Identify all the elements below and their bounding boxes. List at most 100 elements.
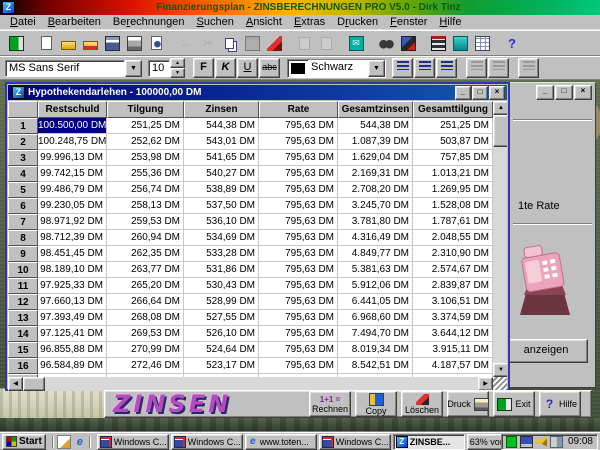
- table-cell[interactable]: 534,69 DM: [184, 230, 259, 246]
- table-cell[interactable]: 538,89 DM: [184, 182, 259, 198]
- open-file-button[interactable]: [58, 33, 78, 53]
- row-number[interactable]: 16: [8, 358, 38, 374]
- table-cell[interactable]: 100.248,75 DM: [38, 134, 107, 150]
- mail-button[interactable]: ✉: [346, 33, 366, 53]
- table-cell[interactable]: 544,38 DM: [184, 118, 259, 134]
- table-cell[interactable]: 795,63 DM: [259, 166, 338, 182]
- table-cell[interactable]: 526,10 DM: [184, 326, 259, 342]
- table-cell[interactable]: 4.187,57 DM: [413, 358, 493, 374]
- table-cell[interactable]: 268,08 DM: [107, 310, 184, 326]
- row-number[interactable]: 2: [8, 134, 38, 150]
- table-cell[interactable]: 97.125,41 DM: [38, 326, 107, 342]
- color-dropdown-button[interactable]: ▼: [368, 60, 385, 77]
- table-cell[interactable]: 795,63 DM: [259, 118, 338, 134]
- table-cell[interactable]: 269,53 DM: [107, 326, 184, 342]
- menu-item-suchen[interactable]: Suchen: [191, 16, 240, 28]
- table-cell[interactable]: 262,35 DM: [107, 246, 184, 262]
- table-cell[interactable]: 98.971,92 DM: [38, 214, 107, 230]
- table-cell[interactable]: 1.269,95 DM: [413, 182, 493, 198]
- table-cell[interactable]: 251,25 DM: [107, 118, 184, 134]
- table-cell[interactable]: 8.542,51 DM: [338, 358, 413, 374]
- save-button[interactable]: [102, 33, 122, 53]
- table-cell[interactable]: 6.441,05 DM: [338, 294, 413, 310]
- row-number[interactable]: 1: [8, 118, 38, 134]
- align-center-button[interactable]: [414, 58, 435, 78]
- table-cell[interactable]: 8.019,34 DM: [338, 342, 413, 358]
- display-icon[interactable]: [520, 436, 533, 448]
- table-cell[interactable]: 6.968,60 DM: [338, 310, 413, 326]
- menu-item-hilfe[interactable]: Hilfe: [433, 16, 467, 28]
- scroll-down-button[interactable]: ▼: [493, 363, 507, 377]
- table-cell[interactable]: 253,98 DM: [107, 150, 184, 166]
- table-cell[interactable]: 266,64 DM: [107, 294, 184, 310]
- menu-item-berechnungen[interactable]: Berechnungen: [107, 16, 191, 28]
- table-cell[interactable]: 4.316,49 DM: [338, 230, 413, 246]
- calculator-button[interactable]: [428, 33, 448, 53]
- table-button[interactable]: [472, 33, 492, 53]
- table-cell[interactable]: 96.584,89 DM: [38, 358, 107, 374]
- table-cell[interactable]: 1.528,08 DM: [413, 198, 493, 214]
- table-cell[interactable]: 537,50 DM: [184, 198, 259, 214]
- table-cell[interactable]: 795,63 DM: [259, 134, 338, 150]
- table-cell[interactable]: 795,63 DM: [259, 246, 338, 262]
- start-button[interactable]: Start: [2, 434, 46, 450]
- table-cell[interactable]: 2.169,31 DM: [338, 166, 413, 182]
- table-cell[interactable]: 260,94 DM: [107, 230, 184, 246]
- table-cell[interactable]: 1.013,21 DM: [413, 166, 493, 182]
- table-cell[interactable]: 795,63 DM: [259, 182, 338, 198]
- menu-item-ansicht[interactable]: Ansicht: [240, 16, 288, 28]
- font-combo[interactable]: MS Sans Serif ▼: [5, 60, 142, 77]
- new-file-button[interactable]: [36, 33, 56, 53]
- copy-button[interactable]: [220, 33, 240, 53]
- table-cell[interactable]: 98.712,39 DM: [38, 230, 107, 246]
- row-number[interactable]: 11: [8, 278, 38, 294]
- vertical-scroll-thumb[interactable]: [493, 115, 507, 147]
- table-cell[interactable]: 2.048,55 DM: [413, 230, 493, 246]
- align-left-button[interactable]: [392, 58, 413, 78]
- table-cell[interactable]: 3.245,70 DM: [338, 198, 413, 214]
- table-cell[interactable]: 7.494,70 DM: [338, 326, 413, 342]
- row-number[interactable]: 9: [8, 246, 38, 262]
- table-cell[interactable]: 5.381,63 DM: [338, 262, 413, 278]
- table-cell[interactable]: 3.106,51 DM: [413, 294, 493, 310]
- table-cell[interactable]: 795,63 DM: [259, 150, 338, 166]
- table-cell[interactable]: 265,20 DM: [107, 278, 184, 294]
- status-green-icon[interactable]: [506, 436, 517, 448]
- table-cell[interactable]: 533,28 DM: [184, 246, 259, 262]
- print-preview-button[interactable]: [146, 33, 166, 53]
- anzeigen-button[interactable]: anzeigen: [504, 339, 588, 363]
- horizontal-scrollbar[interactable]: ◀ ▶: [8, 377, 493, 391]
- exit-app-button[interactable]: [6, 33, 26, 53]
- table-cell[interactable]: 524,64 DM: [184, 342, 259, 358]
- table-cell[interactable]: 97.660,13 DM: [38, 294, 107, 310]
- doc-titlebar[interactable]: Z Hypothekendarlehen - 100000,00 DM _ □ …: [8, 85, 507, 100]
- table-cell[interactable]: 523,17 DM: [184, 358, 259, 374]
- row-number[interactable]: 7: [8, 214, 38, 230]
- table-cell[interactable]: 256,74 DM: [107, 182, 184, 198]
- taskbar-task[interactable]: Windows C...: [171, 434, 243, 450]
- table-cell[interactable]: 270,99 DM: [107, 342, 184, 358]
- table-cell[interactable]: 2.574,67 DM: [413, 262, 493, 278]
- spinner-up-button[interactable]: ▲: [170, 58, 185, 68]
- exit-button[interactable]: Exit: [493, 391, 535, 417]
- table-cell[interactable]: 795,63 DM: [259, 214, 338, 230]
- table-cell[interactable]: 530,43 DM: [184, 278, 259, 294]
- druck-button[interactable]: Druck: [447, 391, 489, 417]
- table-cell[interactable]: 540,27 DM: [184, 166, 259, 182]
- open-data-button[interactable]: [80, 33, 100, 53]
- row-number[interactable]: 13: [8, 310, 38, 326]
- print-button[interactable]: [124, 33, 144, 53]
- color-combo[interactable]: Schwarz ▼: [287, 59, 386, 78]
- row-number[interactable]: 6: [8, 198, 38, 214]
- taskbar-task[interactable]: Windows C...: [97, 434, 169, 450]
- table-cell[interactable]: 795,63 DM: [259, 230, 338, 246]
- table-cell[interactable]: 795,63 DM: [259, 342, 338, 358]
- table-cell[interactable]: 252,62 DM: [107, 134, 184, 150]
- font-dropdown-button[interactable]: ▼: [125, 60, 142, 77]
- table-cell[interactable]: 795,63 DM: [259, 278, 338, 294]
- italic-button[interactable]: K: [215, 58, 236, 78]
- scroll-left-button[interactable]: ◀: [8, 377, 23, 391]
- table-cell[interactable]: 98.189,10 DM: [38, 262, 107, 278]
- horizontal-scroll-thumb[interactable]: [23, 377, 45, 391]
- panel-maximize-button[interactable]: □: [555, 85, 573, 100]
